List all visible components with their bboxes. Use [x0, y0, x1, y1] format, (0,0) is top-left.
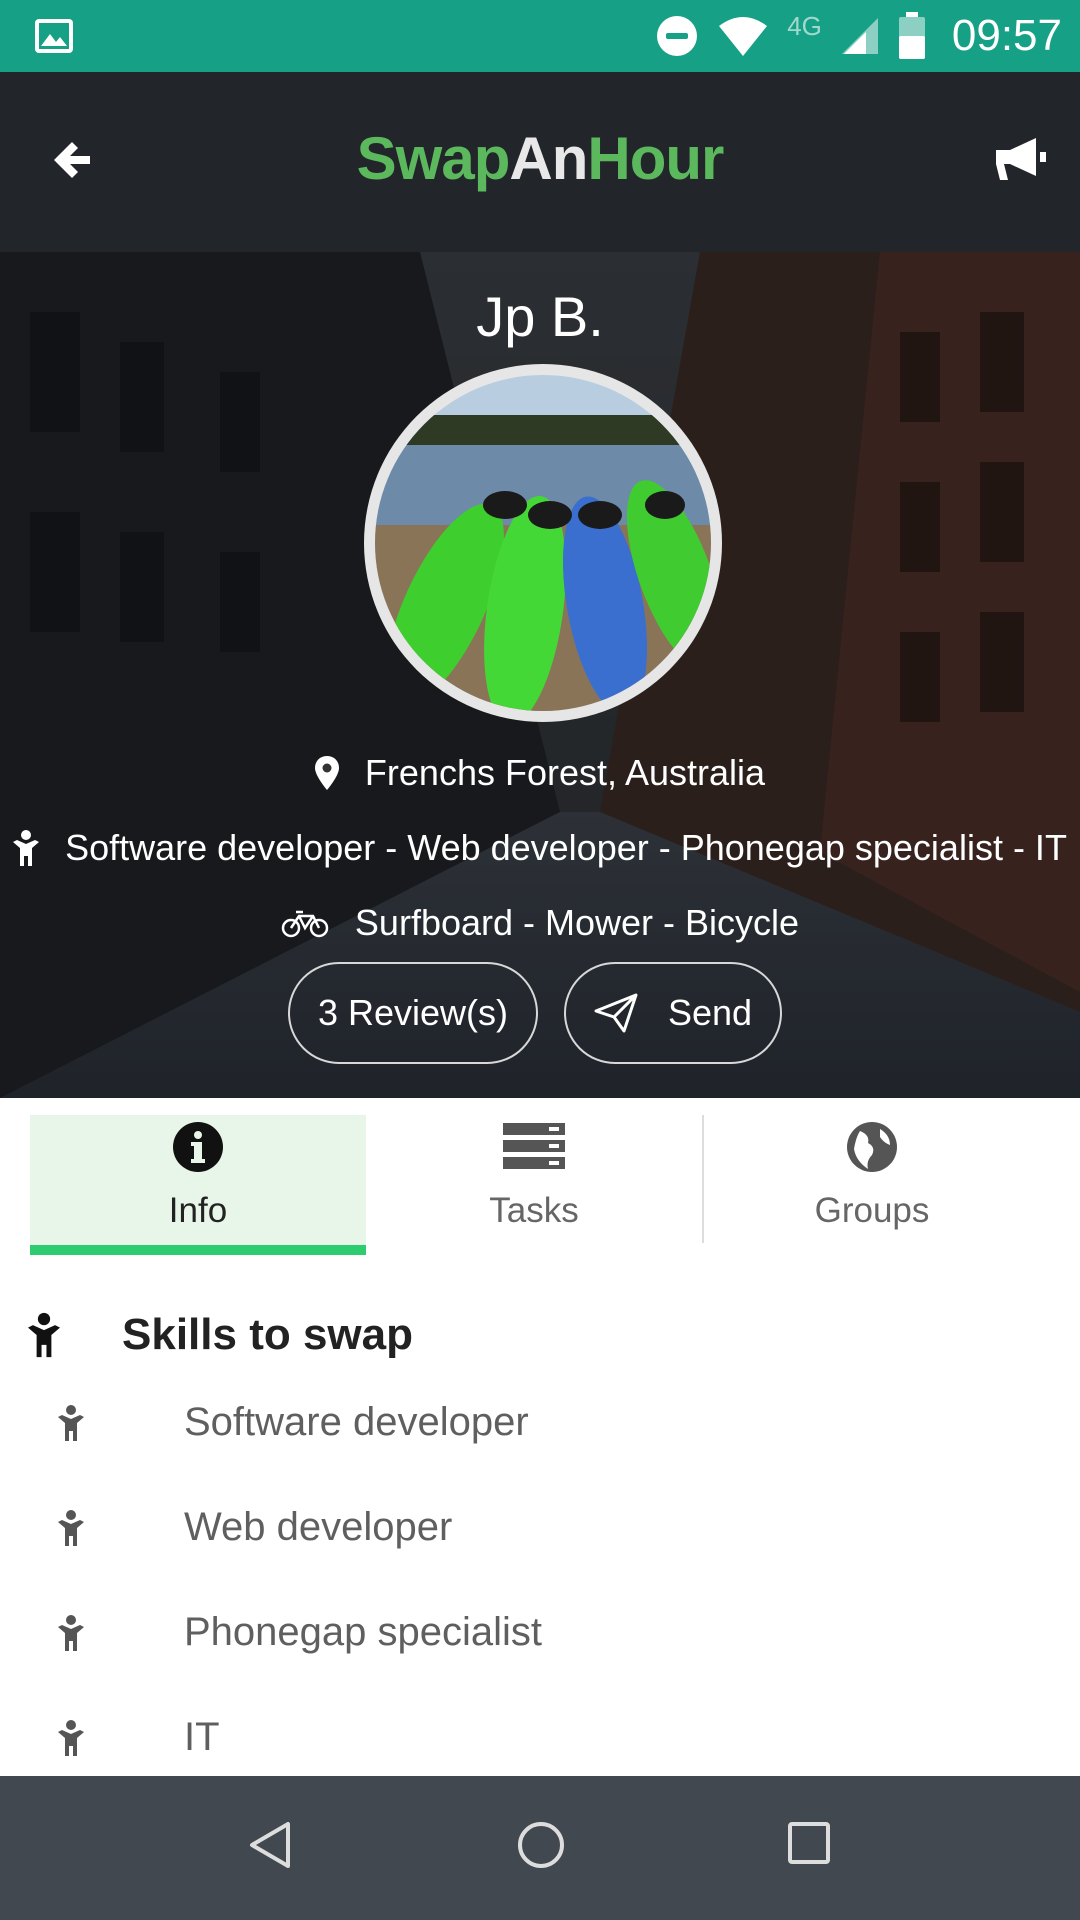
- skills-summary-text: Software developer - Web developer - Pho…: [65, 827, 1067, 868]
- person-icon: [58, 1509, 84, 1546]
- skills-title: Skills to swap: [122, 1310, 413, 1359]
- send-icon: [594, 993, 638, 1033]
- reviews-button-label: 3 Review(s): [317, 992, 509, 1033]
- kayaks-photo: [375, 375, 711, 711]
- skill-label: Phonegap specialist: [184, 1610, 543, 1654]
- nav-back-icon[interactable]: [248, 1820, 292, 1870]
- gallery-icon: [34, 18, 74, 54]
- skills-section-header: Skills to swap: [28, 1310, 413, 1360]
- info-icon: [172, 1121, 224, 1173]
- bicycle-icon: [281, 908, 329, 938]
- tab-info-label: Info: [168, 1191, 228, 1230]
- location-text: Frenchs Forest, Australia: [364, 752, 766, 793]
- profile-tabs: Info Tasks Groups: [30, 1115, 1050, 1255]
- nav-recents-icon[interactable]: [786, 1820, 832, 1866]
- person-icon: [13, 830, 40, 866]
- person-icon: [58, 1614, 84, 1651]
- items-summary-row: Surfboard - Mower - Bicycle: [0, 902, 1080, 944]
- wifi-icon: [717, 16, 769, 56]
- globe-icon: [846, 1121, 898, 1173]
- tab-groups[interactable]: Groups: [704, 1115, 1040, 1255]
- person-icon: [58, 1719, 84, 1756]
- active-tab-indicator: [30, 1245, 366, 1255]
- skill-item: Phonegap specialist: [58, 1610, 542, 1655]
- person-icon: [28, 1312, 60, 1358]
- battery-icon: [898, 12, 926, 60]
- logo-swap: Swap: [356, 125, 511, 192]
- app-bar: SwapAnHour: [0, 72, 1080, 252]
- nav-home-icon[interactable]: [516, 1820, 566, 1870]
- items-summary-text: Surfboard - Mower - Bicycle: [354, 902, 800, 943]
- skill-item: IT: [58, 1715, 220, 1760]
- skill-label: IT: [184, 1715, 220, 1759]
- tab-groups-label: Groups: [814, 1191, 930, 1230]
- skill-label: Web developer: [184, 1505, 453, 1549]
- skills-summary-row: Software developer - Web developer - Pho…: [0, 827, 1080, 869]
- tasks-icon: [503, 1121, 565, 1171]
- avatar[interactable]: [364, 364, 722, 722]
- network-type: 4G: [787, 10, 822, 41]
- tab-tasks-label: Tasks: [489, 1191, 579, 1230]
- logo-an: An: [509, 125, 588, 192]
- clock: 09:57: [951, 11, 1062, 60]
- system-nav-bar: [0, 1776, 1080, 1920]
- tab-tasks[interactable]: Tasks: [366, 1115, 702, 1255]
- skill-item: Software developer: [58, 1400, 529, 1445]
- megaphone-icon[interactable]: [992, 134, 1048, 184]
- person-icon: [58, 1404, 84, 1441]
- skill-item: Web developer: [58, 1505, 452, 1550]
- tab-info[interactable]: Info: [30, 1115, 366, 1255]
- location-row: Frenchs Forest, Australia: [0, 752, 1080, 794]
- skill-label: Software developer: [184, 1400, 529, 1444]
- profile-hero: Jp B. Frenchs Forest, Australia Software…: [0, 252, 1080, 1098]
- dnd-icon: [655, 14, 699, 58]
- app-logo: SwapAnHour: [0, 124, 1080, 193]
- send-button-label: Send: [667, 992, 753, 1033]
- map-marker-icon: [314, 756, 339, 790]
- send-button[interactable]: Send: [564, 962, 782, 1064]
- reviews-button[interactable]: 3 Review(s): [288, 962, 538, 1064]
- profile-name: Jp B.: [476, 285, 604, 348]
- logo-hour: Hour: [587, 125, 724, 192]
- signal-icon: [840, 16, 880, 56]
- status-bar: 4G 09:57: [0, 0, 1080, 72]
